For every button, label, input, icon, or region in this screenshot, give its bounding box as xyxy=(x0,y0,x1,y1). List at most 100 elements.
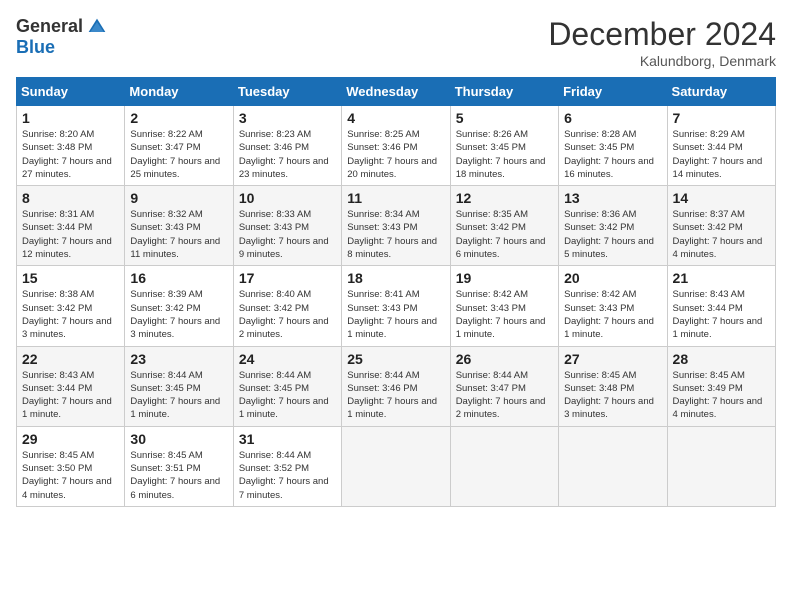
calendar-cell: 26 Sunrise: 8:44 AM Sunset: 3:47 PM Dayli… xyxy=(450,346,558,426)
day-number: 24 xyxy=(239,351,336,367)
calendar-week-row: 22 Sunrise: 8:43 AM Sunset: 3:44 PM Dayli… xyxy=(17,346,776,426)
col-header-tuesday: Tuesday xyxy=(233,78,341,106)
day-info: Sunrise: 8:44 AM Sunset: 3:45 PM Dayligh… xyxy=(130,369,227,422)
calendar-header-row: SundayMondayTuesdayWednesdayThursdayFrid… xyxy=(17,78,776,106)
col-header-friday: Friday xyxy=(559,78,667,106)
calendar-cell xyxy=(667,426,775,506)
day-info: Sunrise: 8:32 AM Sunset: 3:43 PM Dayligh… xyxy=(130,208,227,261)
calendar-cell: 24 Sunrise: 8:44 AM Sunset: 3:45 PM Dayli… xyxy=(233,346,341,426)
day-number: 5 xyxy=(456,110,553,126)
day-info: Sunrise: 8:45 AM Sunset: 3:49 PM Dayligh… xyxy=(673,369,770,422)
col-header-wednesday: Wednesday xyxy=(342,78,450,106)
day-info: Sunrise: 8:44 AM Sunset: 3:45 PM Dayligh… xyxy=(239,369,336,422)
day-info: Sunrise: 8:31 AM Sunset: 3:44 PM Dayligh… xyxy=(22,208,119,261)
calendar-cell: 31 Sunrise: 8:44 AM Sunset: 3:52 PM Dayli… xyxy=(233,426,341,506)
calendar-cell: 8 Sunrise: 8:31 AM Sunset: 3:44 PM Daylig… xyxy=(17,186,125,266)
calendar-cell: 13Sunrise: 8:36 AM Sunset: 3:42 PM Dayli… xyxy=(559,186,667,266)
day-number: 1 xyxy=(22,110,119,126)
day-number: 2 xyxy=(130,110,227,126)
day-number: 8 xyxy=(22,190,119,206)
day-info: Sunrise: 8:35 AM Sunset: 3:42 PM Dayligh… xyxy=(456,208,553,261)
calendar-cell: 25Sunrise: 8:44 AM Sunset: 3:46 PM Dayli… xyxy=(342,346,450,426)
location-subtitle: Kalundborg, Denmark xyxy=(548,53,776,69)
day-info: Sunrise: 8:26 AM Sunset: 3:45 PM Dayligh… xyxy=(456,128,553,181)
calendar-cell xyxy=(450,426,558,506)
day-number: 28 xyxy=(673,351,770,367)
day-number: 29 xyxy=(22,431,119,447)
day-number: 20 xyxy=(564,270,661,286)
title-section: December 2024 Kalundborg, Denmark xyxy=(548,16,776,69)
calendar-cell: 5 Sunrise: 8:26 AM Sunset: 3:45 PM Daylig… xyxy=(450,106,558,186)
day-info: Sunrise: 8:42 AM Sunset: 3:43 PM Dayligh… xyxy=(564,288,661,341)
day-number: 19 xyxy=(456,270,553,286)
day-number: 3 xyxy=(239,110,336,126)
calendar-cell: 9 Sunrise: 8:32 AM Sunset: 3:43 PM Daylig… xyxy=(125,186,233,266)
day-number: 22 xyxy=(22,351,119,367)
calendar-cell: 19 Sunrise: 8:42 AM Sunset: 3:43 PM Dayli… xyxy=(450,266,558,346)
col-header-saturday: Saturday xyxy=(667,78,775,106)
day-info: Sunrise: 8:45 AM Sunset: 3:48 PM Dayligh… xyxy=(564,369,661,422)
day-number: 7 xyxy=(673,110,770,126)
day-info: Sunrise: 8:44 AM Sunset: 3:46 PM Dayligh… xyxy=(347,369,444,422)
logo-icon xyxy=(87,17,107,37)
calendar-cell: 18 Sunrise: 8:41 AM Sunset: 3:43 PM Dayli… xyxy=(342,266,450,346)
col-header-sunday: Sunday xyxy=(17,78,125,106)
day-info: Sunrise: 8:41 AM Sunset: 3:43 PM Dayligh… xyxy=(347,288,444,341)
calendar-cell: 22 Sunrise: 8:43 AM Sunset: 3:44 PM Dayli… xyxy=(17,346,125,426)
day-number: 21 xyxy=(673,270,770,286)
logo: General Blue xyxy=(16,16,107,58)
day-number: 14 xyxy=(673,190,770,206)
day-info: Sunrise: 8:45 AM Sunset: 3:51 PM Dayligh… xyxy=(130,449,227,502)
calendar-week-row: 8 Sunrise: 8:31 AM Sunset: 3:44 PM Daylig… xyxy=(17,186,776,266)
day-number: 9 xyxy=(130,190,227,206)
day-info: Sunrise: 8:37 AM Sunset: 3:42 PM Dayligh… xyxy=(673,208,770,261)
calendar-cell: 29Sunrise: 8:45 AM Sunset: 3:50 PM Dayli… xyxy=(17,426,125,506)
col-header-monday: Monday xyxy=(125,78,233,106)
calendar-week-row: 1 Sunrise: 8:20 AM Sunset: 3:48 PM Daylig… xyxy=(17,106,776,186)
calendar-cell: 1 Sunrise: 8:20 AM Sunset: 3:48 PM Daylig… xyxy=(17,106,125,186)
month-title: December 2024 xyxy=(548,16,776,53)
day-number: 31 xyxy=(239,431,336,447)
calendar-cell: 12Sunrise: 8:35 AM Sunset: 3:42 PM Dayli… xyxy=(450,186,558,266)
calendar-cell: 2 Sunrise: 8:22 AM Sunset: 3:47 PM Daylig… xyxy=(125,106,233,186)
day-info: Sunrise: 8:44 AM Sunset: 3:47 PM Dayligh… xyxy=(456,369,553,422)
day-number: 27 xyxy=(564,351,661,367)
col-header-thursday: Thursday xyxy=(450,78,558,106)
calendar-table: SundayMondayTuesdayWednesdayThursdayFrid… xyxy=(16,77,776,507)
calendar-cell: 23Sunrise: 8:44 AM Sunset: 3:45 PM Dayli… xyxy=(125,346,233,426)
day-info: Sunrise: 8:36 AM Sunset: 3:42 PM Dayligh… xyxy=(564,208,661,261)
calendar-cell: 20 Sunrise: 8:42 AM Sunset: 3:43 PM Dayli… xyxy=(559,266,667,346)
day-number: 11 xyxy=(347,190,444,206)
day-number: 10 xyxy=(239,190,336,206)
day-info: Sunrise: 8:38 AM Sunset: 3:42 PM Dayligh… xyxy=(22,288,119,341)
calendar-cell: 4Sunrise: 8:25 AM Sunset: 3:46 PM Daylig… xyxy=(342,106,450,186)
day-info: Sunrise: 8:34 AM Sunset: 3:43 PM Dayligh… xyxy=(347,208,444,261)
logo-blue-text: Blue xyxy=(16,37,55,58)
calendar-cell: 27 Sunrise: 8:45 AM Sunset: 3:48 PM Dayli… xyxy=(559,346,667,426)
calendar-cell: 10 Sunrise: 8:33 AM Sunset: 3:43 PM Dayli… xyxy=(233,186,341,266)
day-info: Sunrise: 8:40 AM Sunset: 3:42 PM Dayligh… xyxy=(239,288,336,341)
day-number: 30 xyxy=(130,431,227,447)
day-info: Sunrise: 8:42 AM Sunset: 3:43 PM Dayligh… xyxy=(456,288,553,341)
calendar-cell: 14 Sunrise: 8:37 AM Sunset: 3:42 PM Dayli… xyxy=(667,186,775,266)
day-number: 15 xyxy=(22,270,119,286)
day-info: Sunrise: 8:43 AM Sunset: 3:44 PM Dayligh… xyxy=(22,369,119,422)
day-info: Sunrise: 8:29 AM Sunset: 3:44 PM Dayligh… xyxy=(673,128,770,181)
day-number: 18 xyxy=(347,270,444,286)
day-number: 6 xyxy=(564,110,661,126)
day-info: Sunrise: 8:22 AM Sunset: 3:47 PM Dayligh… xyxy=(130,128,227,181)
calendar-cell xyxy=(342,426,450,506)
day-info: Sunrise: 8:43 AM Sunset: 3:44 PM Dayligh… xyxy=(673,288,770,341)
day-info: Sunrise: 8:25 AM Sunset: 3:46 PM Dayligh… xyxy=(347,128,444,181)
calendar-cell: 17Sunrise: 8:40 AM Sunset: 3:42 PM Dayli… xyxy=(233,266,341,346)
day-number: 26 xyxy=(456,351,553,367)
calendar-cell: 3Sunrise: 8:23 AM Sunset: 3:46 PM Daylig… xyxy=(233,106,341,186)
day-info: Sunrise: 8:44 AM Sunset: 3:52 PM Dayligh… xyxy=(239,449,336,502)
calendar-cell: 28 Sunrise: 8:45 AM Sunset: 3:49 PM Dayli… xyxy=(667,346,775,426)
calendar-cell: 30 Sunrise: 8:45 AM Sunset: 3:51 PM Dayli… xyxy=(125,426,233,506)
logo-general-text: General xyxy=(16,16,83,37)
day-info: Sunrise: 8:28 AM Sunset: 3:45 PM Dayligh… xyxy=(564,128,661,181)
day-info: Sunrise: 8:33 AM Sunset: 3:43 PM Dayligh… xyxy=(239,208,336,261)
day-info: Sunrise: 8:20 AM Sunset: 3:48 PM Dayligh… xyxy=(22,128,119,181)
calendar-cell xyxy=(559,426,667,506)
